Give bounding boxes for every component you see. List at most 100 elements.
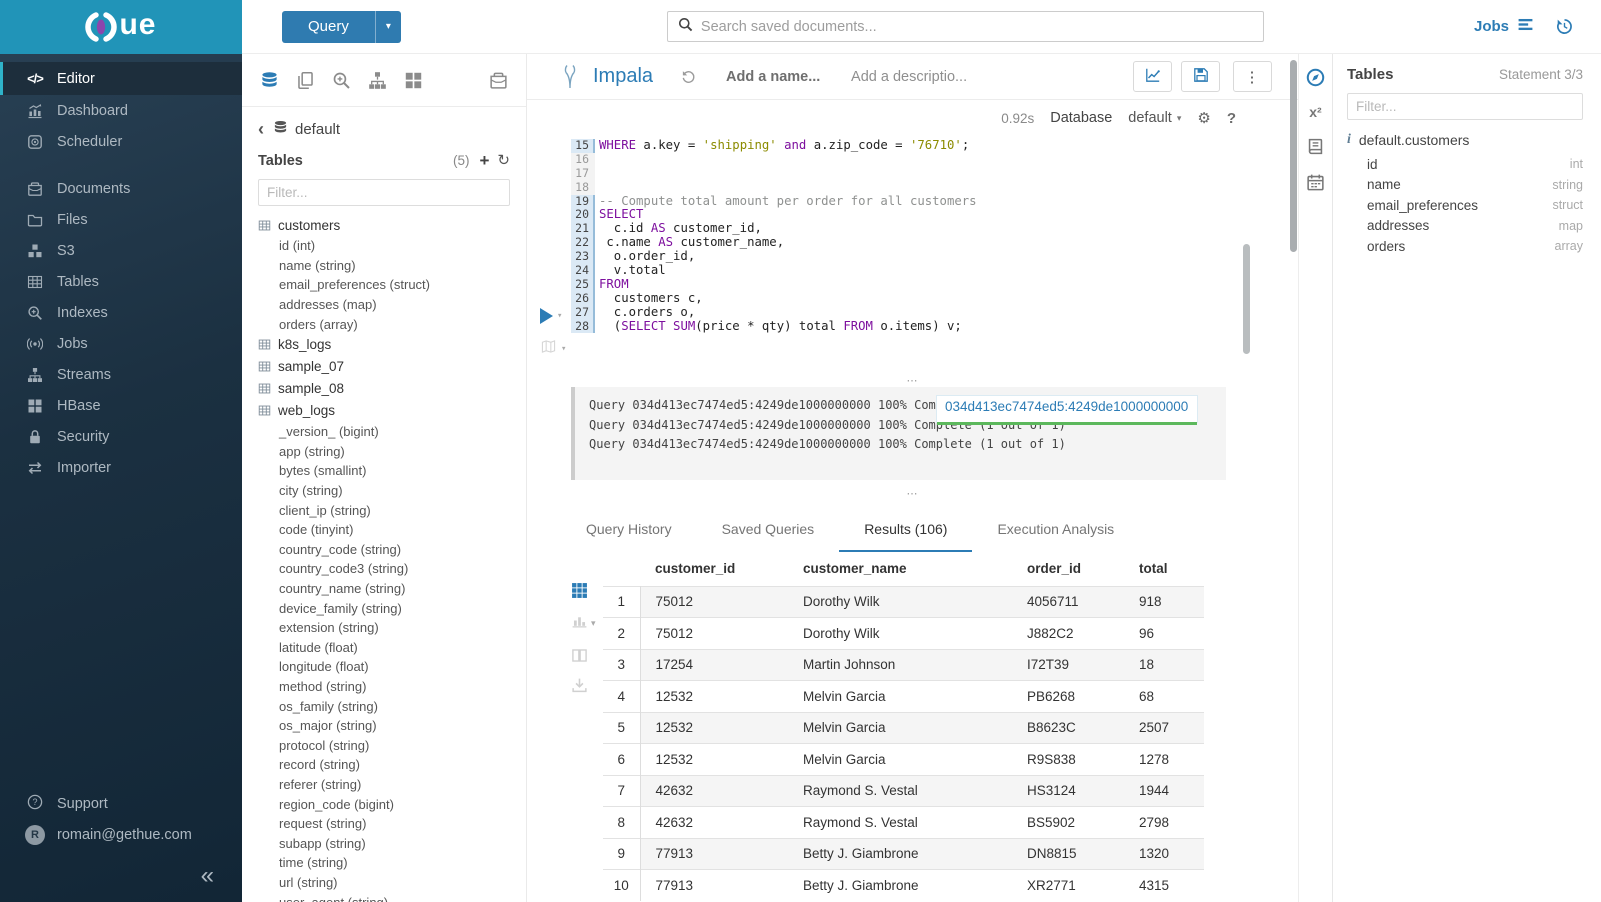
code-line-15[interactable]: 15WHERE a.key = 'shipping' and a.zip_cod… (571, 139, 1298, 153)
table-row[interactable]: 842632Raymond S. VestalBS59022798 (603, 807, 1204, 839)
column-item[interactable]: region_code (bigint) (258, 794, 510, 814)
column-item[interactable]: code (tinyint) (258, 520, 510, 540)
column-item[interactable]: request (string) (258, 814, 510, 834)
results-column-header[interactable]: customer_name (788, 552, 1012, 586)
resize-grip-top[interactable]: ⋯ (527, 377, 1298, 387)
sidebar-item-files[interactable]: Files (0, 204, 242, 235)
grid-view-icon[interactable] (571, 582, 596, 599)
sidebar-item-hbase[interactable]: HBase (0, 390, 242, 421)
sidebar-item-user[interactable]: R romain@gethue.com (0, 819, 242, 850)
settings-gear-icon[interactable]: ⚙ (1197, 109, 1210, 127)
code-line-20[interactable]: 20SELECT (571, 208, 1298, 222)
right-column-id[interactable]: idint (1367, 154, 1583, 175)
column-item[interactable]: country_code (string) (258, 540, 510, 560)
sidebar-item-streams[interactable]: Streams (0, 359, 242, 390)
active-table-row[interactable]: i default.customers (1347, 132, 1583, 148)
column-item[interactable]: city (string) (258, 481, 510, 501)
sql-editor[interactable]: 15WHERE a.key = 'shipping' and a.zip_cod… (527, 136, 1298, 377)
column-item[interactable]: _version_ (bigint) (258, 422, 510, 442)
add-table-icon[interactable]: + (479, 152, 489, 169)
code-line-27[interactable]: 27 c.orders o, (571, 306, 1298, 320)
schedule-icon[interactable] (1306, 173, 1325, 192)
hue-logo[interactable]: ue (0, 0, 242, 54)
database-breadcrumb[interactable]: ‹ default (258, 119, 510, 140)
code-line-23[interactable]: 23 o.order_id, (571, 250, 1298, 264)
table-row[interactable]: 1077913Betty J. GiambroneXR27714315 (603, 870, 1204, 902)
query-dropdown-caret[interactable]: ▾ (375, 11, 401, 43)
column-item[interactable]: country_code3 (string) (258, 559, 510, 579)
sidebar-item-jobs[interactable]: Jobs (0, 328, 242, 359)
column-item[interactable]: orders (array) (258, 314, 510, 334)
table-row[interactable]: 317254Martin JohnsonI72T3918 (603, 649, 1204, 681)
code-line-22[interactable]: 22 c.name AS customer_name, (571, 236, 1298, 250)
run-query-button[interactable]: ▾ (540, 308, 562, 324)
table-item-web_logs[interactable]: web_logs (258, 400, 510, 422)
sidebar-item-security[interactable]: Security (0, 421, 242, 452)
info-icon[interactable]: i (1347, 132, 1351, 148)
sidebar-item-dashboard[interactable]: Dashboard (0, 95, 242, 126)
query-history-icon[interactable] (1556, 18, 1573, 35)
indexes-search-icon[interactable] (332, 71, 351, 90)
sitemap-icon[interactable] (368, 71, 387, 90)
column-item[interactable]: country_name (string) (258, 579, 510, 599)
databases-icon[interactable] (260, 71, 279, 90)
column-item[interactable]: protocol (string) (258, 735, 510, 755)
code-line-21[interactable]: 21 c.id AS customer_id, (571, 222, 1298, 236)
right-column-addresses[interactable]: addressesmap (1367, 216, 1583, 237)
columns-view-icon[interactable] (571, 647, 596, 664)
query-name-input[interactable] (726, 69, 851, 85)
sidebar-item-s3[interactable]: S3 (0, 235, 242, 266)
tab-saved-queries[interactable]: Saved Queries (697, 521, 840, 552)
hbase-grid-icon[interactable] (404, 71, 423, 90)
collapse-sidebar-icon[interactable]: « (201, 864, 214, 888)
table-row[interactable]: 175012Dorothy Wilk4056711918 (603, 586, 1204, 618)
code-line-26[interactable]: 26 customers c, (571, 292, 1298, 306)
column-item[interactable]: addresses (map) (258, 295, 510, 315)
tab-query-history[interactable]: Query History (561, 521, 697, 552)
job-id[interactable]: 034d413ec7474ed5:4249de1000000000 (937, 396, 1197, 414)
column-item[interactable]: id (int) (258, 236, 510, 256)
code-line-18[interactable]: 18 (571, 181, 1298, 195)
back-chevron-icon[interactable]: ‹ (258, 119, 264, 140)
sidebar-item-tables[interactable]: Tables (0, 266, 242, 297)
column-item[interactable]: email_preferences (struct) (258, 275, 510, 295)
functions-icon[interactable]: x² (1309, 104, 1321, 120)
column-item[interactable]: url (string) (258, 873, 510, 893)
sidebar-item-scheduler[interactable]: Scheduler (0, 126, 242, 157)
right-filter-input[interactable] (1347, 93, 1583, 120)
doc-bag-icon[interactable] (489, 71, 508, 90)
explain-button[interactable]: ▾ (540, 339, 566, 358)
column-item[interactable]: extension (string) (258, 618, 510, 638)
column-item[interactable]: bytes (smallint) (258, 461, 510, 481)
table-row[interactable]: 512532Melvin GarciaB8623C2507 (603, 712, 1204, 744)
editor-scrollbar[interactable] (1243, 244, 1250, 354)
code-line-24[interactable]: 24 v.total (571, 264, 1298, 278)
results-column-header[interactable]: order_id (1012, 552, 1124, 586)
column-item[interactable]: record (string) (258, 755, 510, 775)
table-row[interactable]: 412532Melvin GarciaPB626868 (603, 681, 1204, 713)
table-row[interactable]: 977913Betty J. GiambroneDN88151320 (603, 838, 1204, 870)
help-icon[interactable]: ? (1227, 110, 1236, 127)
table-row[interactable]: 742632Raymond S. VestalHS31241944 (603, 775, 1204, 807)
right-column-email_preferences[interactable]: email_preferencesstruct (1367, 195, 1583, 216)
main-scrollbar[interactable] (1290, 60, 1297, 252)
column-item[interactable]: latitude (float) (258, 638, 510, 658)
documents-icon[interactable] (296, 71, 315, 90)
table-item-sample_07[interactable]: sample_07 (258, 356, 510, 378)
code-line-19[interactable]: 19-- Compute total amount per order for … (571, 195, 1298, 209)
right-column-orders[interactable]: ordersarray (1367, 236, 1583, 257)
job-id-overlay[interactable]: 034d413ec7474ed5:4249de1000000000 (936, 395, 1198, 423)
column-item[interactable]: method (string) (258, 677, 510, 697)
column-item[interactable]: app (string) (258, 442, 510, 462)
search-input[interactable] (701, 19, 1253, 35)
column-item[interactable]: subapp (string) (258, 833, 510, 853)
table-row[interactable]: 275012Dorothy WilkJ882C296 (603, 618, 1204, 650)
more-options-button[interactable]: ⋮ (1233, 61, 1272, 92)
column-item[interactable]: os_major (string) (258, 716, 510, 736)
sidebar-item-importer[interactable]: Importer (0, 452, 242, 483)
query-button[interactable]: Query (282, 11, 375, 43)
column-item[interactable]: referer (string) (258, 775, 510, 795)
column-item[interactable]: device_family (string) (258, 598, 510, 618)
right-column-name[interactable]: namestring (1367, 175, 1583, 196)
sidebar-item-indexes[interactable]: Indexes (0, 297, 242, 328)
